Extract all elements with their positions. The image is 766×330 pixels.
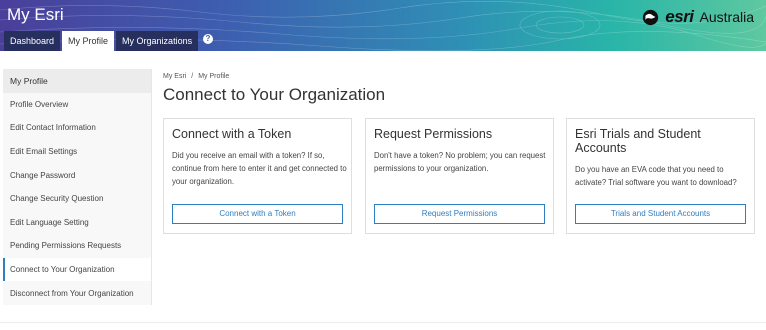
- card-description: Did you receive an email with a token? I…: [172, 151, 347, 186]
- help-icon[interactable]: ?: [203, 34, 213, 44]
- esri-logo[interactable]: esri Australia: [642, 7, 754, 27]
- card-title: Request Permissions: [374, 127, 493, 141]
- request-permissions-button[interactable]: Request Permissions: [374, 204, 545, 224]
- sidebar-item-disconnect-from-your-organization[interactable]: Disconnect from Your Organization: [3, 281, 151, 305]
- card-title: Connect with a Token: [172, 127, 292, 141]
- sidebar-item-change-security-question[interactable]: Change Security Question: [3, 187, 151, 211]
- trials-student-accounts-button[interactable]: Trials and Student Accounts: [575, 204, 746, 224]
- profile-sidebar: My Profile Profile Overview Edit Contact…: [3, 69, 152, 305]
- sidebar-item-profile-overview[interactable]: Profile Overview: [3, 93, 151, 117]
- logo-wordmark: esri: [665, 7, 694, 26]
- sidebar-item-change-password[interactable]: Change Password: [3, 163, 151, 187]
- breadcrumb-separator: /: [191, 73, 194, 80]
- card-title: Esri Trials and Student Accounts: [575, 127, 701, 155]
- logo-region: Australia: [699, 9, 754, 25]
- page-title: Connect to Your Organization: [163, 85, 386, 104]
- connect-with-token-button[interactable]: Connect with a Token: [172, 204, 343, 224]
- breadcrumb-root-link[interactable]: My Esri: [163, 73, 186, 80]
- card-description: Do you have an EVA code that you need to…: [575, 165, 737, 187]
- app-title[interactable]: My Esri: [7, 5, 64, 25]
- tab-dashboard[interactable]: Dashboard: [4, 31, 61, 51]
- card-request-permissions: Request Permissions Don't have a token? …: [365, 118, 554, 234]
- sidebar-item-my-profile[interactable]: My Profile: [3, 69, 151, 93]
- card-connect-with-token: Connect with a Token Did you receive an …: [163, 118, 352, 234]
- sidebar-item-connect-to-your-organization[interactable]: Connect to Your Organization: [3, 257, 151, 282]
- globe-icon: [643, 9, 659, 25]
- card-description: Don't have a token? No problem; you can …: [374, 151, 546, 173]
- breadcrumb: My Esri / My Profile: [163, 73, 229, 80]
- sidebar-item-edit-contact-information[interactable]: Edit Contact Information: [3, 116, 151, 140]
- page-footer: [0, 322, 766, 330]
- card-trials-student-accounts: Esri Trials and Student Accounts Do you …: [566, 118, 755, 234]
- tab-my-profile[interactable]: My Profile: [62, 31, 115, 51]
- sidebar-item-edit-email-settings[interactable]: Edit Email Settings: [3, 140, 151, 164]
- sidebar-item-edit-language-setting[interactable]: Edit Language Setting: [3, 211, 151, 235]
- sidebar-item-pending-permissions-requests[interactable]: Pending Permissions Requests: [3, 234, 151, 258]
- tab-my-organizations[interactable]: My Organizations: [116, 31, 199, 51]
- main-nav-tabs: Dashboard My Profile My Organizations: [4, 31, 199, 51]
- breadcrumb-current[interactable]: My Profile: [198, 73, 229, 80]
